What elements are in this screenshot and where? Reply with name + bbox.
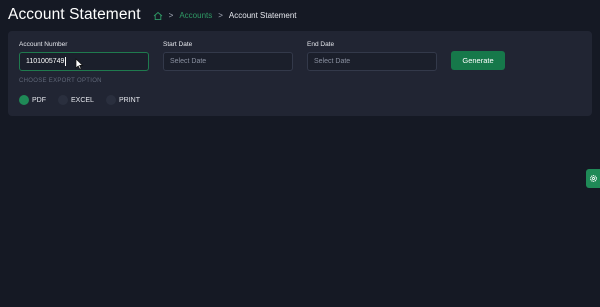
breadcrumb-current: Account Statement — [228, 11, 297, 20]
start-date-field: Start Date Select Date — [163, 41, 293, 71]
start-date-input[interactable]: Select Date — [163, 52, 293, 71]
end-date-field: End Date Select Date — [307, 41, 437, 71]
breadcrumb-link-accounts[interactable]: Accounts — [179, 11, 212, 20]
page-title: Account Statement — [8, 6, 141, 23]
account-number-input[interactable]: 1101005749 — [19, 52, 149, 71]
home-icon[interactable] — [153, 11, 163, 21]
end-date-input[interactable]: Select Date — [307, 52, 437, 71]
start-date-label: Start Date — [163, 41, 193, 48]
end-date-label: End Date — [307, 41, 335, 48]
text-cursor — [65, 57, 67, 66]
export-options: PDF EXCEL PRINT — [19, 95, 152, 105]
start-date-placeholder: Select Date — [170, 58, 207, 65]
account-number-field: Account Number 1101005749 — [19, 41, 149, 71]
breadcrumb-separator: > — [218, 11, 223, 20]
export-option-print[interactable]: PRINT — [105, 95, 140, 105]
export-option-label-pdf: PDF — [32, 96, 46, 104]
export-option-label-print: PRINT — [118, 96, 140, 104]
radio-unchecked-icon[interactable] — [105, 95, 116, 105]
radio-unchecked-icon[interactable] — [58, 95, 68, 105]
breadcrumb: > Accounts > Account Statement — [153, 11, 297, 21]
settings-side-tab[interactable] — [586, 169, 600, 188]
radio-checked-icon[interactable] — [19, 95, 29, 105]
export-option-label: CHOOSE EXPORT OPTION — [19, 78, 102, 84]
mouse-pointer-icon — [75, 58, 84, 70]
account-number-label: Account Number — [19, 41, 68, 48]
page-header: Account Statement > Accounts > Account S… — [8, 4, 297, 26]
export-option-excel[interactable]: EXCEL — [58, 95, 94, 105]
export-option-label-excel: EXCEL — [71, 96, 94, 104]
account-number-value: 1101005749 — [26, 58, 65, 65]
end-date-placeholder: Select Date — [314, 58, 351, 65]
gear-icon — [589, 175, 597, 182]
breadcrumb-separator: > — [168, 11, 174, 20]
generate-button[interactable]: Generate — [451, 51, 505, 70]
export-option-pdf[interactable]: PDF — [19, 95, 46, 105]
